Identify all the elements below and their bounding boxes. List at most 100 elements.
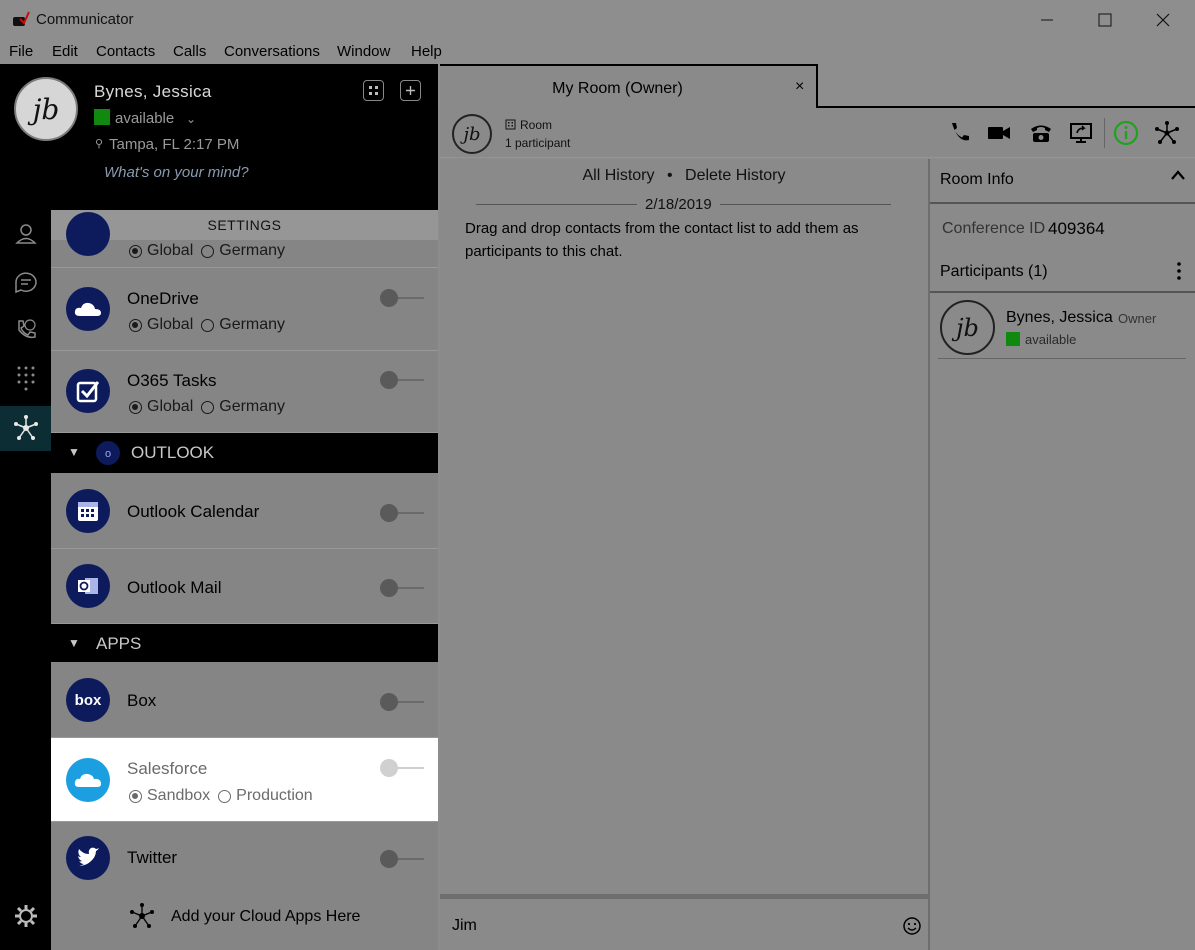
radio-label: Global bbox=[147, 242, 194, 259]
status-selector[interactable]: available bbox=[115, 110, 174, 127]
radio-germany[interactable] bbox=[201, 318, 215, 332]
radio-label: Global bbox=[147, 316, 194, 333]
collapse-triangle-icon: ▼ bbox=[68, 445, 80, 459]
svg-text:box: box bbox=[75, 692, 102, 709]
menu-bar: File Edit Contacts Calls Conversations W… bbox=[0, 40, 1195, 64]
menu-calls[interactable]: Calls bbox=[173, 43, 206, 60]
close-tab-button[interactable]: × bbox=[795, 78, 804, 96]
radio-global[interactable] bbox=[129, 400, 142, 414]
settings-panel: SETTINGS Global Germany OneDrive Global … bbox=[51, 210, 438, 950]
desk-phone-icon[interactable] bbox=[1028, 120, 1054, 146]
minimize-button[interactable] bbox=[1032, 8, 1062, 32]
radio-global[interactable] bbox=[129, 318, 142, 332]
salesforce-item: Salesforce Sandbox Production bbox=[51, 738, 438, 822]
radio-label: Germany bbox=[219, 316, 286, 333]
room-avatar[interactable]: jb bbox=[452, 114, 492, 154]
gear-icon[interactable] bbox=[10, 900, 42, 932]
chat-history: All History • Delete History 2/18/2019 D… bbox=[440, 159, 928, 894]
onedrive-item: OneDrive Global Germany bbox=[51, 269, 438, 351]
contacts-icon[interactable] bbox=[10, 218, 42, 250]
radio-global[interactable] bbox=[129, 244, 142, 258]
add-button[interactable] bbox=[400, 80, 421, 101]
integrations-hub-icon[interactable] bbox=[127, 901, 157, 931]
outlook-mail-toggle[interactable] bbox=[380, 579, 424, 597]
radio-production[interactable] bbox=[218, 789, 232, 803]
box-toggle[interactable] bbox=[380, 693, 424, 711]
menu-conversations[interactable]: Conversations bbox=[224, 43, 320, 60]
room-label: Room bbox=[520, 118, 553, 132]
phone-icon[interactable] bbox=[946, 120, 972, 146]
close-window-button[interactable] bbox=[1148, 8, 1178, 32]
emoji-icon[interactable] bbox=[902, 916, 922, 936]
region-options: Global Germany bbox=[129, 316, 285, 334]
profile-name: Bynes, Jessica bbox=[94, 82, 212, 101]
delete-history-link[interactable]: Delete History bbox=[685, 167, 785, 184]
conference-id-label: Conference ID bbox=[942, 220, 1046, 237]
info-icon[interactable] bbox=[1113, 120, 1139, 146]
radio-sandbox[interactable] bbox=[129, 789, 142, 803]
onedrive-icon bbox=[66, 287, 110, 331]
item-title: OneDrive bbox=[127, 289, 199, 308]
svg-text:o: o bbox=[105, 448, 111, 460]
building-icon bbox=[505, 119, 516, 130]
outlook-mail-item: Outlook Mail bbox=[51, 549, 438, 624]
outlook-calendar-item: Outlook Calendar bbox=[51, 473, 438, 549]
radio-germany[interactable] bbox=[201, 400, 215, 414]
chevron-up-icon[interactable] bbox=[1170, 169, 1186, 181]
participant-count: 1 participant bbox=[505, 136, 571, 150]
more-options-icon[interactable] bbox=[1176, 261, 1182, 281]
section-outlook[interactable]: ▼ o OUTLOOK bbox=[51, 433, 438, 473]
screen-share-icon[interactable] bbox=[1068, 120, 1094, 146]
twitter-toggle[interactable] bbox=[380, 850, 424, 868]
menu-contacts[interactable]: Contacts bbox=[96, 43, 155, 60]
room-info-panel: Room Info Conference ID 409364 Participa… bbox=[928, 159, 1195, 950]
menu-help[interactable]: Help bbox=[411, 43, 442, 60]
message-input[interactable]: Jim bbox=[452, 917, 477, 935]
room-toolbar: jb Room 1 participant bbox=[440, 108, 1195, 158]
section-apps[interactable]: ▼ APPS bbox=[51, 624, 438, 662]
plus-icon bbox=[406, 86, 415, 95]
tab-my-room[interactable]: My Room (Owner) × bbox=[440, 64, 818, 110]
avatar[interactable]: jb bbox=[14, 77, 78, 141]
menu-file[interactable]: File bbox=[9, 43, 33, 60]
tab-title: My Room (Owner) bbox=[552, 80, 683, 97]
message-input-area: Jim bbox=[440, 894, 928, 950]
item-title: Outlook Calendar bbox=[127, 502, 260, 521]
system-message: Drag and drop contacts from the contact … bbox=[465, 220, 859, 260]
outlook-calendar-toggle[interactable] bbox=[380, 504, 424, 522]
video-camera-icon[interactable] bbox=[986, 120, 1012, 146]
participant-avatar[interactable]: jb bbox=[940, 300, 995, 355]
item-title: Outlook Mail bbox=[127, 578, 222, 597]
radio-label: Production bbox=[236, 787, 313, 804]
o365-tasks-toggle[interactable] bbox=[380, 371, 424, 389]
environment-options: Sandbox Production bbox=[129, 787, 313, 805]
participant-status: available bbox=[1025, 332, 1077, 347]
chevron-down-icon[interactable]: ⌄ bbox=[186, 112, 196, 126]
divider bbox=[938, 358, 1186, 359]
outlook-section-icon: o bbox=[96, 441, 120, 465]
integrations-hub-icon[interactable] bbox=[10, 412, 42, 444]
call-history-icon[interactable] bbox=[10, 314, 42, 346]
radio-germany[interactable] bbox=[201, 244, 215, 258]
history-separator: • bbox=[666, 167, 673, 184]
menu-window[interactable]: Window bbox=[337, 43, 390, 60]
onedrive-toggle[interactable] bbox=[380, 289, 424, 307]
divider bbox=[930, 202, 1195, 204]
maximize-button[interactable] bbox=[1090, 8, 1120, 32]
list-item: Global Germany bbox=[51, 212, 438, 268]
dialpad-button[interactable] bbox=[363, 80, 384, 101]
status-message-input[interactable]: What's on your mind? bbox=[104, 164, 249, 181]
chat-icon[interactable] bbox=[10, 266, 42, 298]
dialpad-icon[interactable] bbox=[10, 362, 42, 394]
conference-id-value: 409364 bbox=[1048, 219, 1105, 238]
menu-edit[interactable]: Edit bbox=[52, 43, 78, 60]
all-history-link[interactable]: All History bbox=[582, 167, 654, 184]
integrations-hub-icon[interactable] bbox=[1154, 120, 1180, 146]
add-cloud-apps-link[interactable]: Add your Cloud Apps Here bbox=[171, 908, 360, 926]
tasks-checkbox-icon bbox=[66, 369, 110, 413]
radio-label: Germany bbox=[219, 242, 286, 259]
salesforce-toggle[interactable] bbox=[380, 759, 424, 777]
region-options: Global Germany bbox=[129, 398, 285, 416]
section-title: OUTLOOK bbox=[131, 443, 215, 462]
twitter-item: Twitter bbox=[51, 822, 438, 892]
